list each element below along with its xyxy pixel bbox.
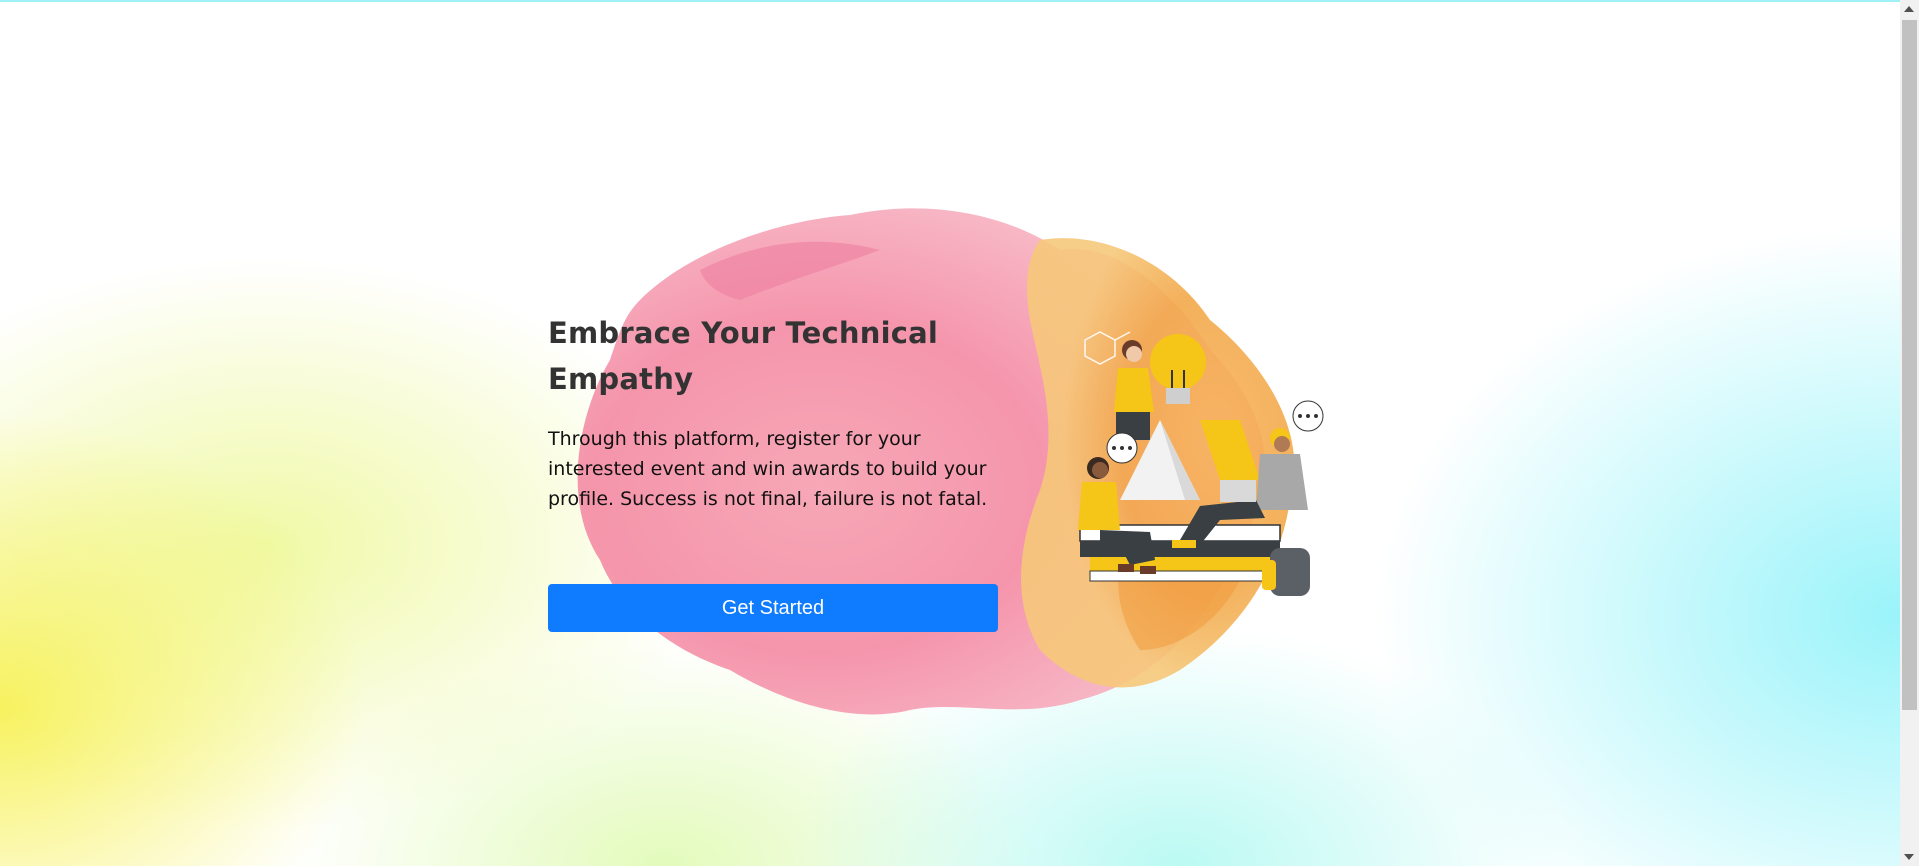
hero-section: Embrace Your Technical Empathy Through t… (548, 310, 998, 514)
lightbulb-icon (1150, 334, 1206, 404)
page-viewport: Embrace Your Technical Empathy Through t… (0, 0, 1900, 866)
get-started-button[interactable]: Get Started (548, 584, 998, 632)
scroll-up-arrow-icon[interactable] (1904, 6, 1914, 12)
vertical-scrollbar[interactable] (1900, 0, 1919, 866)
scroll-down-arrow-icon[interactable] (1904, 854, 1914, 860)
standing-woman-figure (1114, 340, 1154, 440)
top-border (0, 0, 1900, 2)
scrollbar-thumb[interactable] (1902, 20, 1917, 710)
hero-title: Embrace Your Technical Empathy (548, 316, 939, 396)
team-collaboration-illustration (1078, 331, 1324, 596)
hero-description: Through this platform, register for your… (548, 428, 988, 510)
